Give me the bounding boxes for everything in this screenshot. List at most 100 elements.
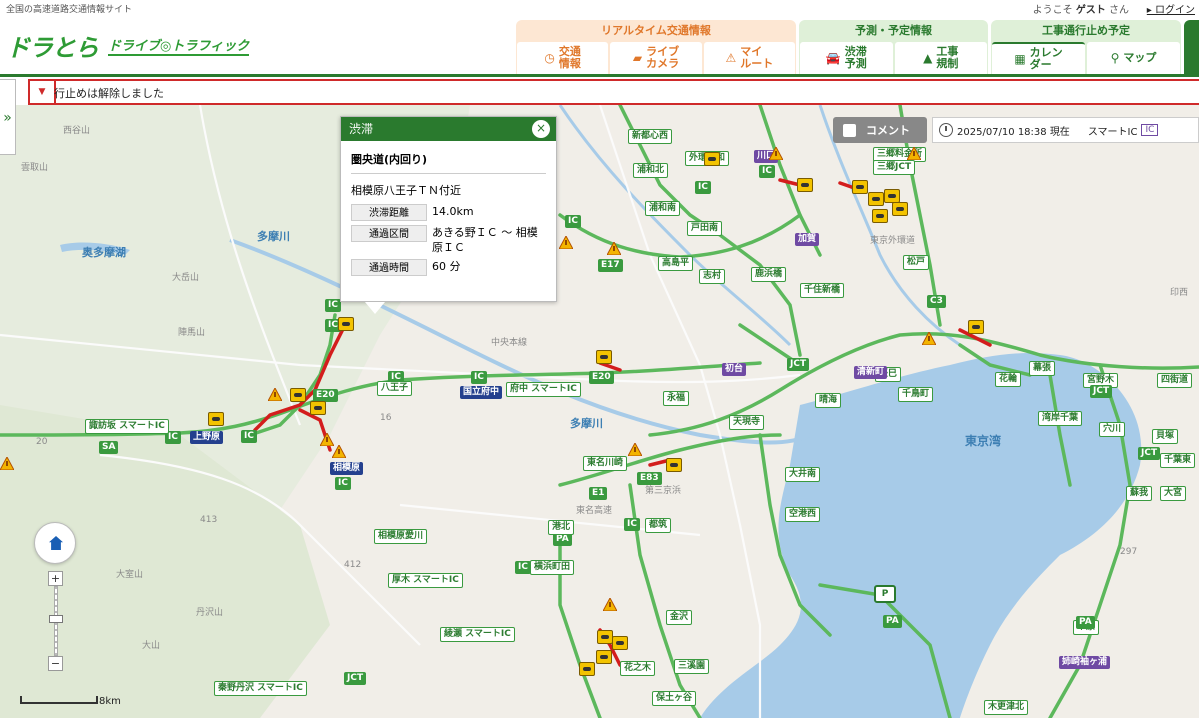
jam-marker-icon[interactable] [208, 412, 224, 426]
construction-warning-icon[interactable] [603, 598, 617, 611]
construction-warning-icon[interactable] [607, 242, 621, 255]
tab-construction[interactable]: ▲ 工事 規制 [894, 42, 987, 74]
jct-badge[interactable]: JCT [787, 358, 810, 371]
ic-name-tag[interactable]: 松戸 [903, 255, 930, 270]
ic-name-tag[interactable]: 幕張 [1029, 361, 1056, 376]
jct-badge[interactable]: JCT [1138, 447, 1161, 460]
jam-marker-icon[interactable] [868, 192, 884, 206]
construction-warning-icon[interactable] [268, 388, 282, 401]
zoom-slider-handle[interactable] [49, 615, 63, 623]
notice-bar[interactable]: ▼ 行止めは解除しました [28, 79, 1199, 105]
tab-my-route[interactable]: ⚠ マイ ルート [703, 42, 795, 74]
ic-name-tag[interactable]: 永福 [663, 391, 690, 406]
ic-name-tag[interactable]: 戸田南 [687, 221, 723, 236]
ic-name-tag[interactable]: 晴海 [815, 393, 842, 408]
construction-warning-icon[interactable] [922, 332, 936, 345]
ic-name-tag[interactable]: 花之木 [620, 661, 656, 676]
ic-badge[interactable]: IC [471, 371, 487, 384]
ic-badge[interactable]: IC [241, 430, 257, 443]
comment-checkbox[interactable] [843, 123, 856, 137]
tab-live-camera[interactable]: ▰ ライブ カメラ [610, 42, 702, 74]
tab-calendar[interactable]: ▦ カレン ダー [992, 42, 1085, 74]
ic-name-tag[interactable]: 新都心西 [628, 129, 673, 144]
jam-marker-icon[interactable] [884, 189, 900, 203]
chevron-down-icon[interactable]: ▼ [30, 81, 56, 103]
ic-name-tag[interactable]: 上野原 [190, 431, 224, 444]
ic-badge[interactable]: IC [695, 181, 711, 194]
ic-badge[interactable]: IC [759, 165, 775, 178]
ic-name-tag[interactable]: 千鳥町 [898, 387, 934, 402]
ic-name-tag[interactable]: 千住新橋 [800, 283, 845, 298]
side-panel-toggle[interactable]: » [0, 79, 16, 155]
jam-marker-icon[interactable] [338, 317, 354, 331]
ic-name-tag[interactable]: 三郷JCT [873, 160, 916, 175]
ic-name-tag[interactable]: 横浜町田 [530, 560, 575, 575]
tab-traffic-info[interactable]: ◷ 交通 情報 [517, 42, 609, 74]
construction-warning-icon[interactable] [559, 236, 573, 249]
tab-jam-forecast[interactable]: 🚘 渋滞 予測 [800, 42, 893, 74]
ic-badge[interactable]: IC [565, 215, 581, 228]
jam-marker-icon[interactable] [852, 180, 868, 194]
ic-name-tag[interactable]: 千葉東 [1160, 453, 1196, 468]
home-icon[interactable] [49, 536, 63, 550]
construction-warning-icon[interactable] [769, 147, 783, 160]
ic-name-tag[interactable]: 国立府中 [460, 386, 503, 399]
jct-badge[interactable]: JCT [1090, 385, 1113, 398]
construction-warning-icon[interactable] [628, 443, 642, 456]
ic-name-tag[interactable]: 相模原 [330, 462, 364, 475]
jam-marker-icon[interactable] [612, 636, 628, 650]
ic-name-tag[interactable]: 三溪園 [674, 659, 710, 674]
ic-name-tag[interactable]: 大井南 [785, 467, 821, 482]
jct-badge[interactable]: JCT [344, 672, 367, 685]
smart-ic-tag[interactable]: 初台 [722, 363, 747, 376]
ic-name-tag[interactable]: 木更津北 [984, 700, 1029, 715]
ic-name-tag[interactable]: 穴川 [1099, 422, 1126, 437]
ic-name-tag[interactable]: 鹿浜橋 [751, 267, 787, 282]
smart-ic-tag[interactable]: 諏訪坂 スマートIC [85, 419, 169, 434]
ic-badge[interactable]: IC [325, 299, 341, 312]
smart-ic-tag[interactable]: 秦野丹沢 スマートIC [214, 681, 307, 696]
construction-warning-icon[interactable] [907, 147, 921, 160]
smart-ic-tag[interactable]: 府中 スマートIC [506, 382, 581, 397]
ic-name-tag[interactable]: 志村 [699, 269, 726, 284]
ic-name-tag[interactable]: 貝塚 [1152, 429, 1179, 444]
ic-name-tag[interactable]: 都筑 [645, 518, 672, 533]
ic-name-tag[interactable]: 相模原愛川 [374, 529, 428, 544]
jam-marker-icon[interactable] [579, 662, 595, 676]
jam-marker-icon[interactable] [704, 152, 720, 166]
jam-marker-icon[interactable] [797, 178, 813, 192]
tab-map[interactable]: ⚲ マップ [1087, 42, 1180, 74]
ic-name-tag[interactable]: 高島平 [658, 256, 694, 271]
jam-marker-icon[interactable] [290, 388, 306, 402]
ic-name-tag[interactable]: 大宮 [1160, 486, 1187, 501]
sa-badge[interactable]: SA [99, 441, 119, 454]
ic-name-tag[interactable]: 金沢 [666, 610, 693, 625]
smart-ic-tag[interactable]: 加賀 [795, 233, 820, 246]
smart-ic-tag[interactable]: 姉崎袖ヶ浦 [1059, 656, 1111, 669]
ic-name-tag[interactable]: 港北 [548, 520, 575, 535]
jam-marker-icon[interactable] [596, 350, 612, 364]
parking-area-icon[interactable]: P [874, 585, 896, 603]
ic-name-tag[interactable]: 浦和北 [633, 163, 669, 178]
ic-badge[interactable]: IC [624, 518, 640, 531]
jam-marker-icon[interactable] [666, 458, 682, 472]
ic-name-tag[interactable]: 保土ヶ谷 [652, 691, 697, 706]
zoom-in-button[interactable]: + [48, 571, 63, 586]
smart-ic-tag[interactable]: 厚木 スマートIC [388, 573, 463, 588]
site-logo[interactable]: ドラとら ドライブ◎トラフィック [6, 28, 250, 63]
pa-badge[interactable]: PA [1076, 616, 1095, 629]
jam-marker-icon[interactable] [596, 650, 612, 664]
ic-name-tag[interactable]: 湾岸千葉 [1038, 411, 1083, 426]
jam-marker-icon[interactable] [310, 401, 326, 415]
comment-toggle[interactable]: コメント [833, 117, 927, 143]
smart-ic-tag[interactable]: 綾瀬 スマートIC [440, 627, 515, 642]
map-pan-control[interactable] [34, 522, 76, 564]
ic-name-tag[interactable]: 花輪 [995, 372, 1022, 387]
ic-name-tag[interactable]: 浦和南 [645, 201, 681, 216]
ic-name-tag[interactable]: 八王子 [377, 381, 413, 396]
ic-badge[interactable]: IC [515, 561, 531, 574]
jam-marker-icon[interactable] [892, 202, 908, 216]
pa-badge[interactable]: PA [883, 615, 902, 628]
zoom-out-button[interactable]: − [48, 656, 63, 671]
traffic-map[interactable]: 西谷山 雲取山 多摩川 奥多摩湖 大岳山 陣馬山 大室山 丹沢山 大山 中央本線… [0, 105, 1199, 718]
